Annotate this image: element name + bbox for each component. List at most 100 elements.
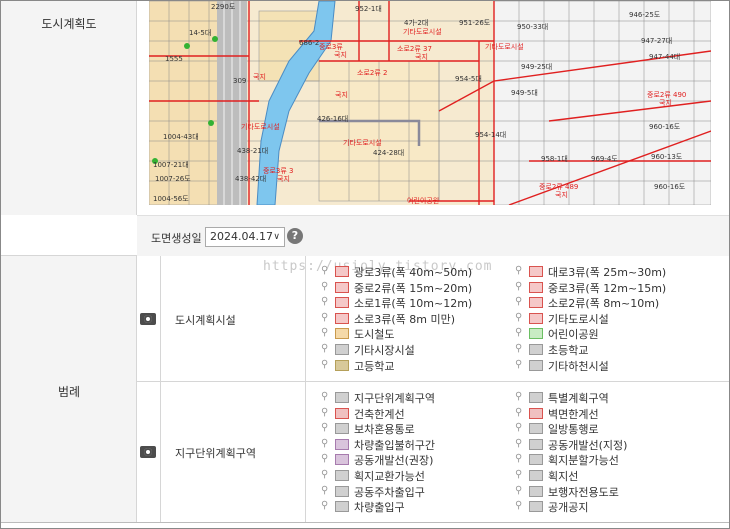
eye-icon[interactable] [140, 446, 156, 458]
map-label: 국지 [415, 52, 428, 61]
map-pin-icon[interactable]: ⚲ [515, 422, 524, 434]
map-label: 952-1대 [355, 5, 382, 13]
map-pin-icon[interactable]: ⚲ [321, 453, 330, 465]
legend-item[interactable]: ⚲ 소로2류(폭 8m~10m) [515, 295, 710, 310]
map-pin-icon[interactable]: ⚲ [321, 500, 330, 512]
legend-swatch [335, 297, 349, 309]
legend-swatch [335, 328, 349, 340]
legend-swatch [335, 392, 349, 403]
date-select[interactable]: 2024.04.17 ∨ [205, 227, 285, 247]
legend-item-label: 어린이공원 [548, 328, 599, 342]
map-pin-icon[interactable]: ⚲ [515, 327, 524, 339]
legend-item[interactable]: ⚲ 도시철도 [321, 326, 516, 341]
map-label: 1555 [165, 55, 183, 63]
map-label: 954-14대 [475, 131, 506, 139]
map-pin-icon[interactable]: ⚲ [515, 407, 524, 419]
map-label: 중로3류 [319, 43, 343, 51]
legend-item[interactable]: ⚲ 획지교환가능선 [321, 468, 516, 483]
map-label: 기타도로시설 [241, 122, 280, 131]
legend-swatch [335, 470, 349, 481]
legend-item[interactable]: ⚲ 공개공지 [515, 499, 710, 514]
legend-item[interactable]: ⚲ 중로2류(폭 15m~20m) [321, 280, 516, 295]
legend-item[interactable]: ⚲ 차량출입구 [321, 499, 516, 514]
legend-item[interactable]: ⚲ 일방통행로 [515, 421, 710, 436]
legend-item[interactable]: ⚲ 광로3류(폭 40m~50m) [321, 264, 516, 279]
date-bar: 도면생성일 2024.04.17 ∨ ? [137, 215, 729, 256]
map-pin-icon[interactable]: ⚲ [321, 296, 330, 308]
map-pin-icon[interactable]: ⚲ [515, 265, 524, 277]
legend-swatch [335, 501, 349, 513]
map-pin-icon[interactable]: ⚲ [321, 327, 330, 339]
map-label: 중로2류 489 [539, 183, 578, 191]
map-label: 중로3류 3 [263, 167, 293, 175]
legend-item-label: 도시철도 [354, 328, 395, 342]
legend-item[interactable]: ⚲ 차량출입불허구간 [321, 437, 516, 452]
legend-item[interactable]: ⚲ 중로3류(폭 12m~15m) [515, 280, 710, 295]
legend-item[interactable]: ⚲ 어린이공원 [515, 326, 710, 341]
legend-item[interactable]: ⚲ 건축한계선 [321, 406, 516, 421]
legend-item[interactable]: ⚲ 지구단위계획구역 [321, 390, 516, 405]
map-label: 949-25대 [521, 63, 552, 71]
map-pin-icon[interactable]: ⚲ [515, 500, 524, 512]
group-name-cell: 지구단위계획구역 [161, 382, 306, 522]
map-label: 949-5대 [511, 89, 538, 97]
legend-item[interactable]: ⚲ 고등학교 [321, 358, 516, 373]
legend-item[interactable]: ⚲ 초등학교 [515, 342, 710, 357]
map-pin-icon[interactable]: ⚲ [321, 359, 330, 371]
map-pin-icon[interactable]: ⚲ [515, 343, 524, 355]
map-label: 국지 [277, 174, 290, 183]
map-pin-icon[interactable]: ⚲ [515, 359, 524, 371]
map-canvas[interactable]: 2290도 952-1대 946-25도 4가-2대 951-26도 950-33대기타도… [149, 1, 711, 205]
map-pin-icon[interactable]: ⚲ [515, 391, 524, 403]
legend-group-urban-facilities: 도시계획시설 ⚲ 광로3류(폭 40m~50m) ⚲ 대로3류(폭 25m~30m) ⚲… [137, 256, 729, 382]
legend-swatch [529, 501, 543, 513]
question-circle-icon[interactable]: ? [287, 228, 303, 244]
eye-icon[interactable] [140, 313, 156, 325]
map-pin-icon[interactable]: ⚲ [515, 485, 524, 497]
legend-item[interactable]: ⚲ 획지분할가능선 [515, 452, 710, 467]
legend-item[interactable]: ⚲ 보차혼용통로 [321, 421, 516, 436]
legend-item[interactable]: ⚲ 소로3류(폭 8m 미만) [321, 311, 516, 326]
legend-item[interactable]: ⚲ 보행자전용도로 [515, 484, 710, 499]
map-pin-icon[interactable]: ⚲ [515, 296, 524, 308]
map-pin-icon[interactable]: ⚲ [321, 469, 330, 481]
map-pin-icon[interactable]: ⚲ [515, 469, 524, 481]
legend-item-label: 보차혼용통로 [354, 423, 415, 437]
legend-item[interactable]: ⚲ 특별계획구역 [515, 390, 710, 405]
legend-item[interactable]: ⚲ 기타하천시설 [515, 358, 710, 373]
legend-item[interactable]: ⚲ 기타도로시설 [515, 311, 710, 326]
legend-item[interactable]: ⚲ 대로3류(폭 25m~30m) [515, 264, 710, 279]
legend-item[interactable]: ⚲ 벽면한계선 [515, 406, 710, 421]
legend-item[interactable]: ⚲ 기타시장시설 [321, 342, 516, 357]
map-label: 969-4도 [591, 155, 618, 163]
legend-item-label: 소로3류(폭 8m 미만) [354, 312, 456, 326]
legend-item[interactable]: ⚲ 소로1류(폭 10m~12m) [321, 295, 516, 310]
land-use-panel: 도시계획도 2290도 952-1대 946-25도 4가-2대 951-26도… [0, 0, 730, 529]
city-plan-map[interactable]: 2290도 952-1대 946-25도 4가-2대 951-26도 950-33대 기타도… [149, 1, 711, 205]
legend-label-cell: 범례 [1, 256, 137, 522]
map-pin-icon[interactable]: ⚲ [321, 438, 330, 450]
map-pin-icon[interactable]: ⚲ [515, 438, 524, 450]
map-pin-icon[interactable]: ⚲ [321, 391, 330, 403]
map-pin-icon[interactable]: ⚲ [515, 281, 524, 293]
map-pin-icon[interactable]: ⚲ [321, 312, 330, 324]
map-pin-icon[interactable]: ⚲ [515, 312, 524, 324]
map-label: 960-16도 [654, 183, 686, 191]
legend-swatch [335, 423, 349, 435]
map-label: 중로2류 490 [647, 91, 686, 99]
legend-item-label: 획지교환가능선 [354, 470, 425, 483]
legend-item-label: 광로3류(폭 40m~50m) [354, 266, 473, 279]
map-pin-icon[interactable]: ⚲ [321, 422, 330, 434]
legend-item[interactable]: ⚲ 공동개발선(지정) [515, 437, 710, 452]
map-pin-icon[interactable]: ⚲ [321, 343, 330, 355]
legend-item[interactable]: ⚲ 공동개발선(권장) [321, 452, 516, 467]
legend-swatch [529, 312, 543, 324]
legend-item[interactable]: ⚲ 공동주차출입구 [321, 484, 516, 499]
map-pin-icon[interactable]: ⚲ [515, 453, 524, 465]
map-pin-icon[interactable]: ⚲ [321, 265, 330, 277]
legend-item-label: 특별계획구역 [548, 392, 609, 405]
map-pin-icon[interactable]: ⚲ [321, 281, 330, 293]
map-pin-icon[interactable]: ⚲ [321, 407, 330, 419]
map-pin-icon[interactable]: ⚲ [321, 485, 330, 497]
legend-item[interactable]: ⚲ 획지선 [515, 468, 710, 483]
